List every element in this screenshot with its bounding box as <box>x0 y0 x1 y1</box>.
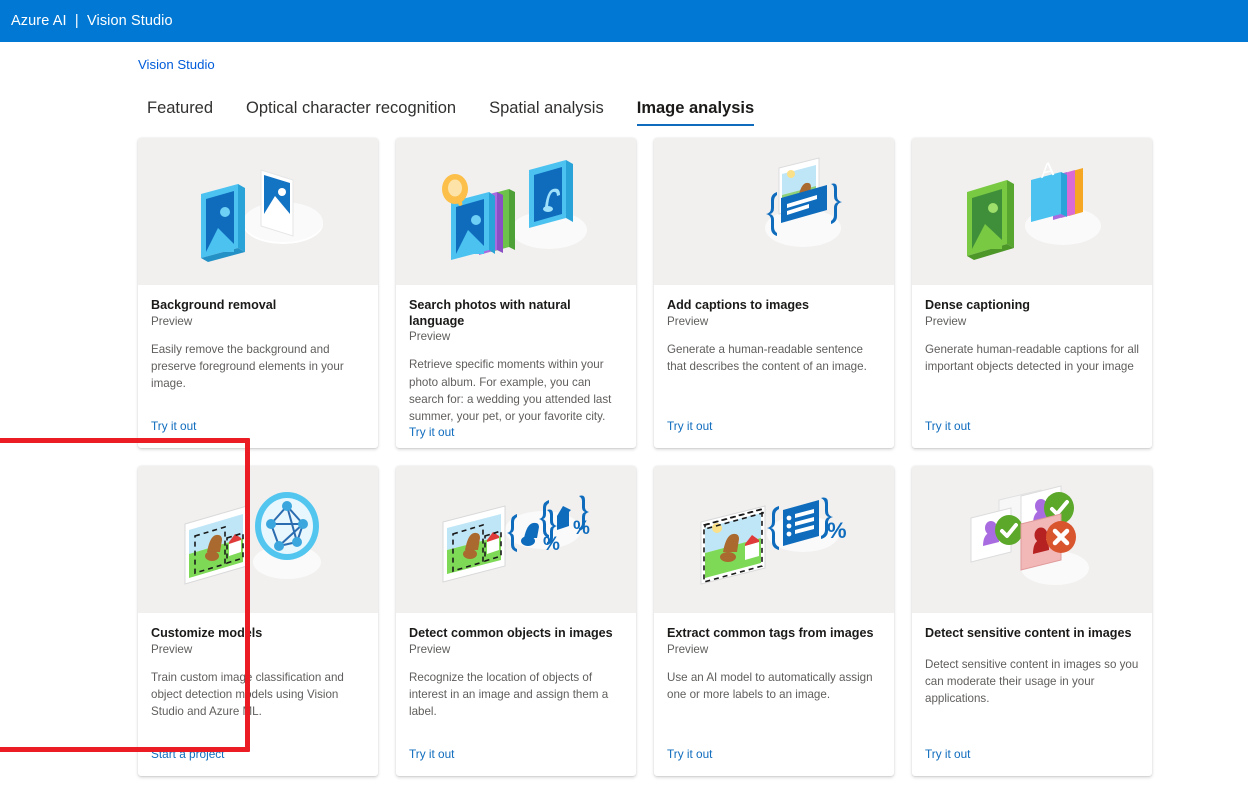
card-extract-common-tags-from-images[interactable]: % Extract common tags from images Previe… <box>654 466 894 776</box>
app-title: Azure AI | Vision Studio <box>11 13 173 29</box>
card-title: Detect sensitive content in images <box>925 626 1132 640</box>
card-preview-badge: Preview <box>667 642 709 656</box>
two-images-icon <box>201 168 323 262</box>
custom-model-graph-icon <box>184 491 321 585</box>
card-action-link[interactable]: Try it out <box>667 419 712 433</box>
card-description: Generate a human-readable sentence that … <box>667 342 867 373</box>
breadcrumb: Vision Studio <box>0 42 1248 82</box>
card-customize-models[interactable]: Customize models Preview Train custom im… <box>138 466 378 776</box>
card-thumbnail: A <box>912 138 1152 285</box>
card-thumbnail <box>138 466 378 613</box>
card-thumbnail <box>138 138 378 285</box>
svg-text:%: % <box>543 534 560 555</box>
card-body: Search photos with natural language Prev… <box>396 285 636 448</box>
card-body: Add captions to images Preview Generate … <box>654 285 894 448</box>
card-title: Search photos with natural language <box>409 298 571 328</box>
svg-text:%: % <box>827 518 847 543</box>
card-body: Extract common tags from images Preview … <box>654 613 894 776</box>
card-title: Extract common tags from images <box>667 626 874 640</box>
card-action-link[interactable]: Try it out <box>409 747 454 761</box>
card-action-link[interactable]: Try it out <box>667 747 712 761</box>
card-detect-sensitive-content-in-images[interactable]: Detect sensitive content in images Detec… <box>912 466 1152 776</box>
object-detection-icon: % % <box>442 495 590 583</box>
card-preview-badge: Preview <box>667 314 709 328</box>
breadcrumb-link-vision-studio[interactable]: Vision Studio <box>138 57 215 72</box>
card-preview-badge: Preview <box>409 330 451 344</box>
card-add-captions-to-images[interactable]: Add captions to images Preview Generate … <box>654 138 894 448</box>
card-action-link[interactable]: Try it out <box>925 419 970 433</box>
card-thumbnail <box>654 138 894 285</box>
tab-spatial-analysis[interactable]: Spatial analysis <box>489 99 604 126</box>
card-title: Add captions to images <box>667 298 810 312</box>
card-description: Use an AI model to automatically assign … <box>667 670 873 701</box>
card-description: Retrieve specific moments within your ph… <box>409 358 612 423</box>
card-preview-badge: Preview <box>151 314 193 328</box>
card-body: Detect sensitive content in images Detec… <box>912 613 1152 776</box>
card-background-removal[interactable]: Background removal Preview Easily remove… <box>138 138 378 448</box>
card-action-link[interactable]: Try it out <box>409 425 454 439</box>
scenario-grid-wrapper: Background removal Preview Easily remove… <box>0 126 1248 776</box>
card-description: Generate human-readable captions for all… <box>925 342 1139 373</box>
card-action-link[interactable]: Try it out <box>151 419 196 433</box>
tag-extraction-icon: % <box>700 497 847 585</box>
tab-featured[interactable]: Featured <box>147 99 213 126</box>
card-preview-badge: Preview <box>925 314 967 328</box>
card-search-photos-with-natural-language[interactable]: Search photos with natural language Prev… <box>396 138 636 448</box>
green-image-letter-stack-icon: A <box>967 157 1101 260</box>
card-action-link[interactable]: Try it out <box>925 747 970 761</box>
card-description: Train custom image classification and ob… <box>151 670 344 718</box>
app-header: Azure AI | Vision Studio <box>0 0 1248 42</box>
card-description: Recognize the location of objects of int… <box>409 670 609 718</box>
scenario-card-grid: Background removal Preview Easily remove… <box>138 138 1248 776</box>
card-body: Detect common objects in images Preview … <box>396 613 636 776</box>
card-title: Detect common objects in images <box>409 626 613 640</box>
card-description: Detect sensitive content in images so yo… <box>925 657 1139 705</box>
category-tabs: Featured Optical character recognition S… <box>0 82 1248 126</box>
card-body: Customize models Preview Train custom im… <box>138 613 378 776</box>
tab-optical-character-recognition[interactable]: Optical character recognition <box>246 99 456 126</box>
card-description: Easily remove the background and preserv… <box>151 342 344 390</box>
card-action-link[interactable]: Start a project <box>151 747 224 761</box>
card-thumbnail <box>912 466 1152 613</box>
card-preview-badge: Preview <box>409 642 451 656</box>
card-detect-common-objects-in-images[interactable]: % % Detect common objects in images Prev… <box>396 466 636 776</box>
svg-text:A: A <box>1041 157 1055 182</box>
card-dense-captioning[interactable]: A Dense captioning Preview Generate huma… <box>912 138 1152 448</box>
card-thumbnail <box>396 138 636 285</box>
card-thumbnail: % <box>654 466 894 613</box>
card-title: Background removal <box>151 298 277 312</box>
card-title: Customize models <box>151 626 263 640</box>
caption-image-icon <box>765 156 842 247</box>
card-thumbnail: % % <box>396 466 636 613</box>
content-moderation-icon <box>970 484 1089 585</box>
tab-image-analysis[interactable]: Image analysis <box>636 99 755 126</box>
card-body: Dense captioning Preview Generate human-… <box>912 285 1152 448</box>
card-body: Background removal Preview Easily remove… <box>138 285 378 448</box>
card-title: Dense captioning <box>925 298 1030 312</box>
svg-text:%: % <box>573 518 590 539</box>
photo-search-stack-icon <box>442 159 587 260</box>
card-preview-badge: Preview <box>151 642 193 656</box>
